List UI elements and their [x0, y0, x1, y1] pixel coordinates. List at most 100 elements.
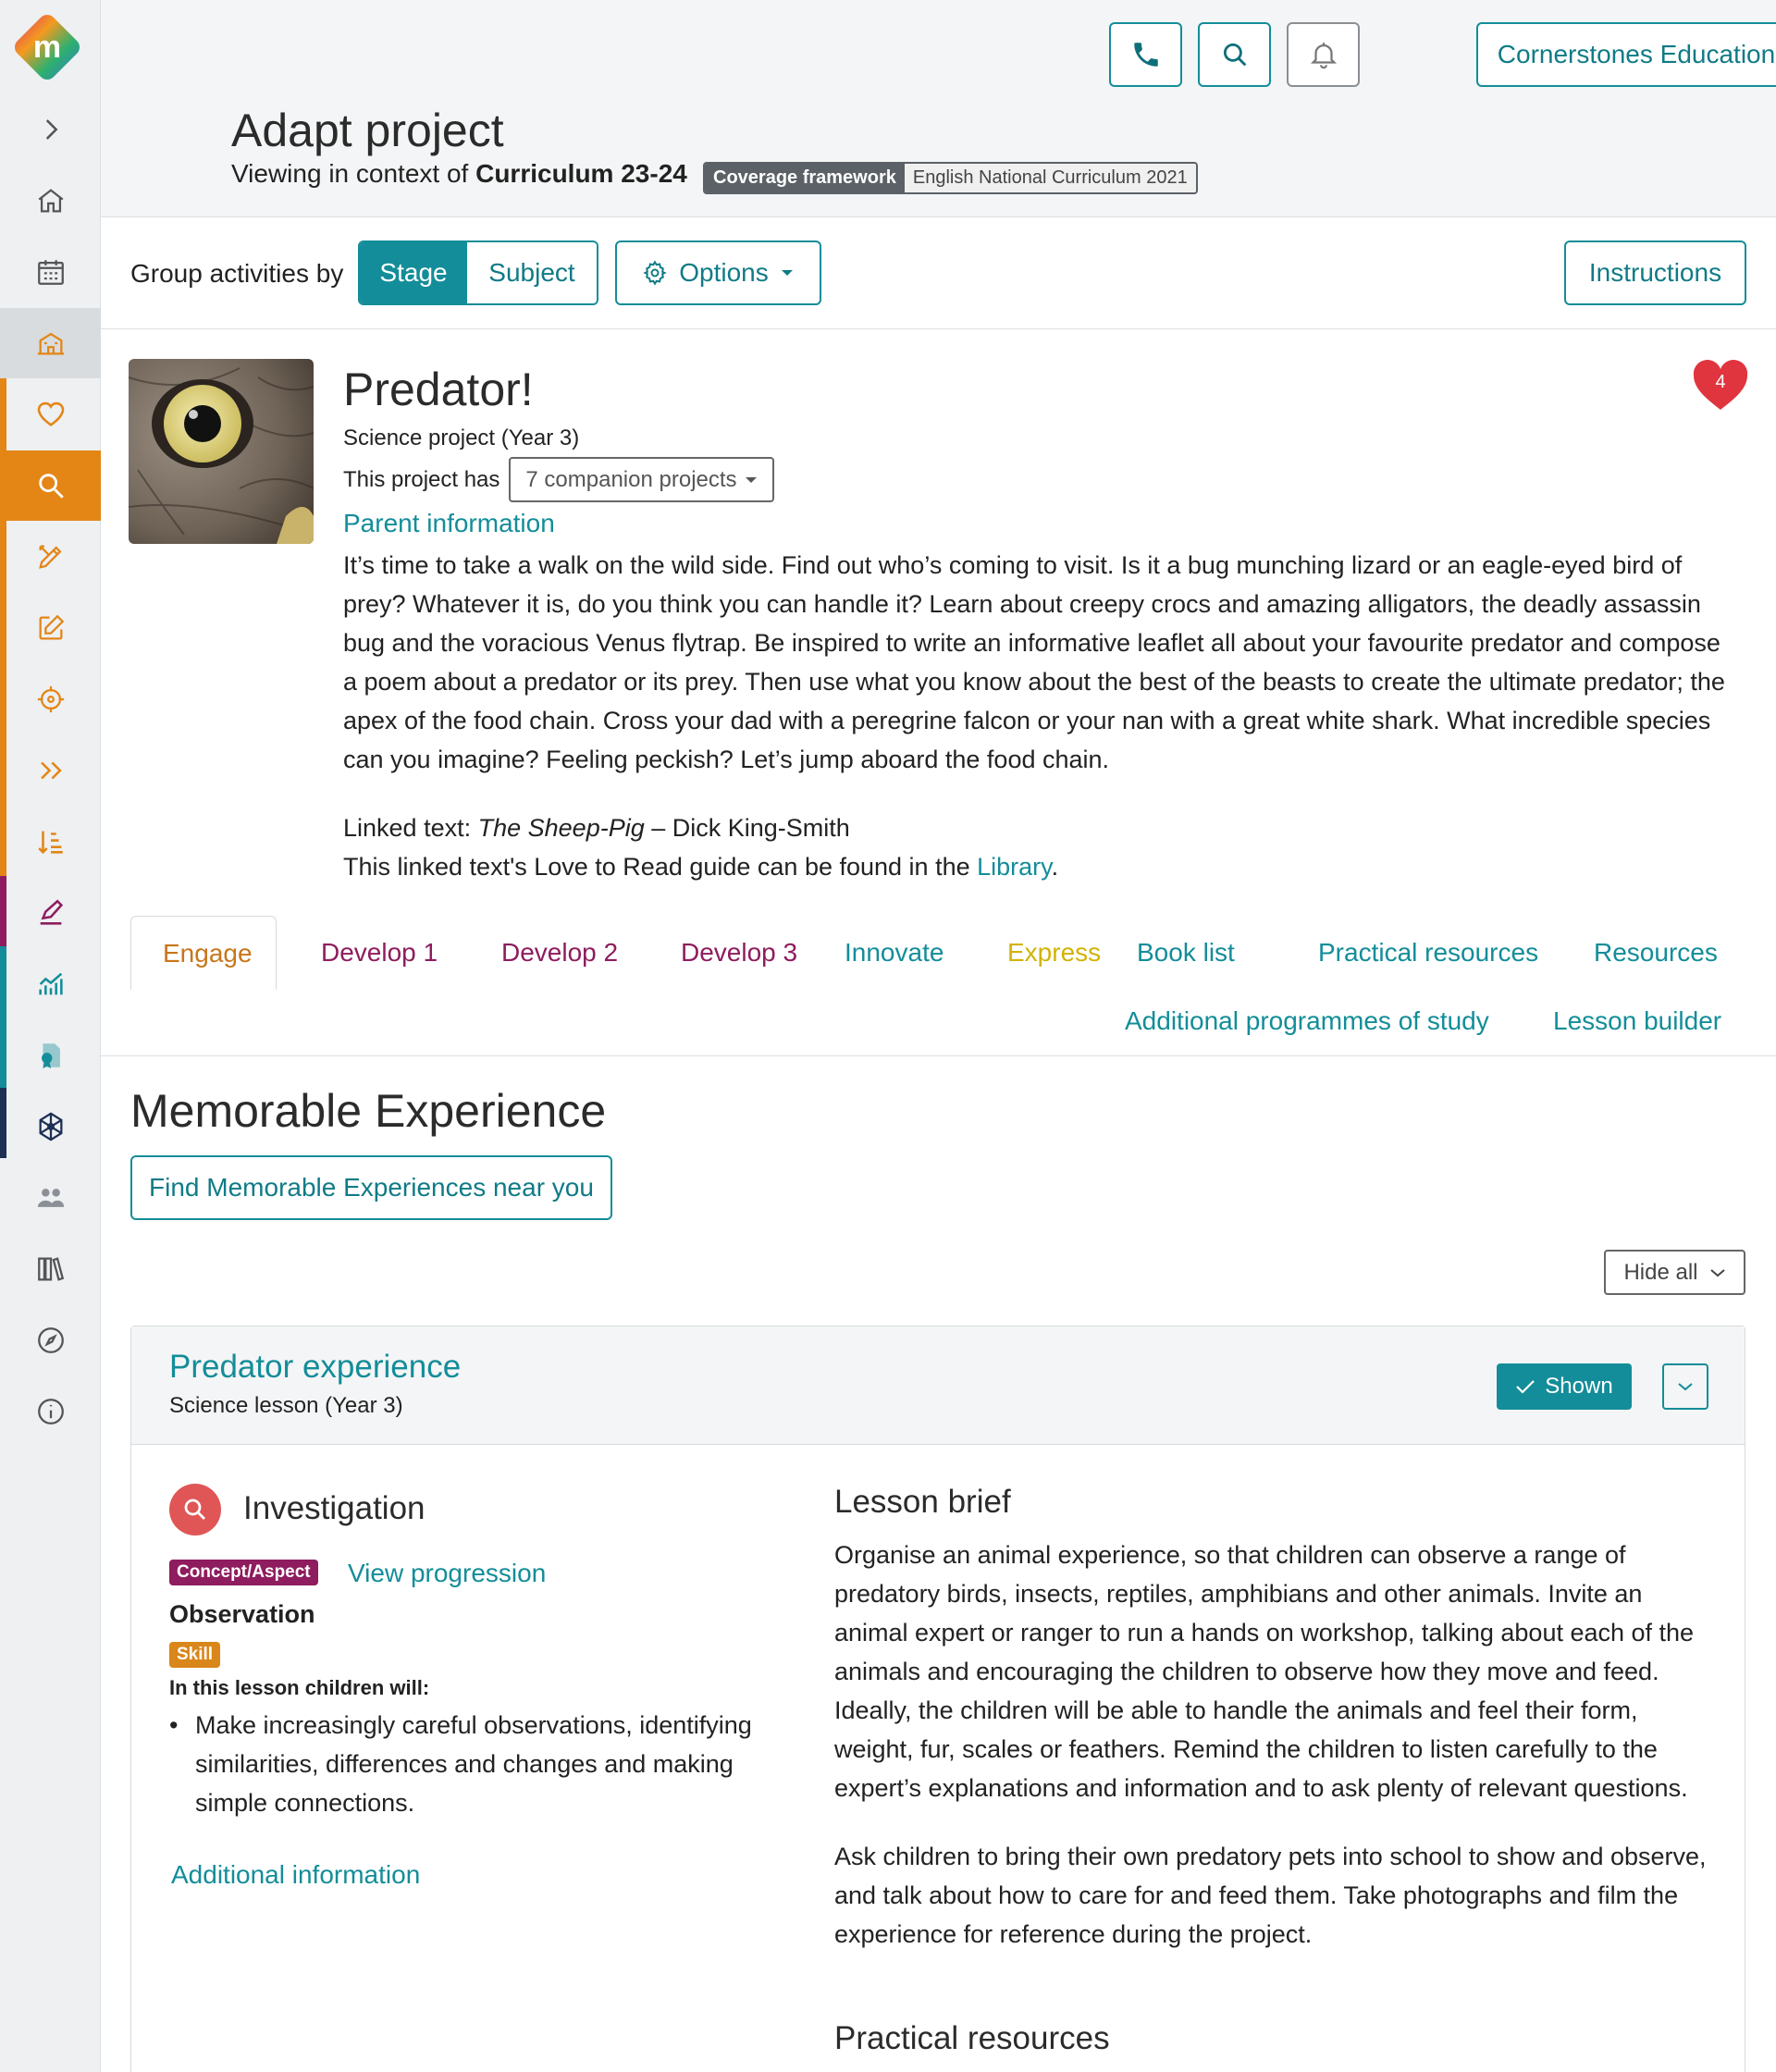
linked-text: Linked text: The Sheep-Pig – Dick King-S… [343, 808, 1058, 847]
header-search-button[interactable] [1198, 22, 1271, 87]
lesson-brief-paragraph: Ask children to bring their own predator… [834, 1843, 1707, 1948]
concept-name: Observation [169, 1600, 315, 1628]
search-icon[interactable] [0, 450, 101, 521]
target-icon[interactable] [0, 664, 101, 734]
find-experiences-button[interactable]: Find Memorable Experiences near you [130, 1155, 612, 1220]
chevron-down-icon [1709, 1268, 1725, 1276]
coverage-key: Coverage framework [705, 164, 905, 192]
project-image [129, 359, 314, 544]
group-toolbar: Group activities by Stage Subject Option… [101, 218, 1776, 329]
app-logo[interactable]: m [13, 13, 81, 81]
notifications-button[interactable] [1287, 22, 1360, 87]
shown-label: Shown [1545, 1374, 1613, 1399]
coverage-value: English National Curriculum 2021 [904, 164, 1196, 192]
chevron-down-icon [1678, 1383, 1693, 1391]
bell-icon [1310, 43, 1337, 69]
expand-icon[interactable] [0, 94, 101, 165]
tab-practical-resources[interactable]: Practical resources [1287, 918, 1570, 988]
app-root: { "header": { "school_name": "Cornerston… [0, 0, 1776, 2072]
school-name[interactable]: Cornerstones Education [1478, 24, 1776, 85]
chart-icon[interactable] [0, 949, 101, 1019]
tab-lesson-builder[interactable]: Lesson builder [1522, 986, 1753, 1056]
concept-badge: Concept/Aspect [169, 1560, 318, 1585]
network-icon[interactable] [0, 1092, 101, 1162]
investigation-icon [169, 1484, 221, 1536]
caret-down-icon [781, 270, 793, 276]
favourite-count: 4 [1715, 372, 1726, 392]
project-description: It’s time to take a walk on the wild sid… [343, 551, 1725, 773]
hide-all-label: Hide all [1623, 1259, 1698, 1285]
search-icon [1223, 43, 1246, 67]
subject-toggle[interactable]: Subject [467, 242, 597, 303]
tab-additional-programmes[interactable]: Additional programmes of study [1093, 986, 1521, 1056]
phone-icon [1133, 43, 1158, 67]
tab-resources[interactable]: Resources [1562, 918, 1749, 988]
library-icon[interactable] [0, 1234, 101, 1304]
compass-icon[interactable] [0, 1305, 101, 1375]
companion-prefix: This project has [343, 466, 500, 492]
view-progression-link[interactable]: View progression [348, 1559, 546, 1588]
svg-text:m: m [33, 30, 61, 65]
list-item: Make increasingly careful observations, … [169, 1706, 761, 1822]
collapse-button[interactable] [1662, 1363, 1708, 1410]
curriculum-context: Viewing in context of Curriculum 23-24 [231, 159, 687, 189]
school-selector[interactable]: Cornerstones Education [1476, 22, 1776, 87]
group-by-label: Group activities by [130, 259, 344, 288]
favourite-button[interactable]: 4 [1692, 360, 1749, 412]
skill-badge: Skill [169, 1642, 221, 1668]
tab-develop-1[interactable]: Develop 1 [290, 918, 469, 988]
info-icon[interactable] [0, 1376, 101, 1447]
certificate-icon[interactable] [0, 1020, 101, 1091]
parent-information-link[interactable]: Parent information [343, 509, 555, 538]
lesson-card: Predator experience Science lesson (Year… [130, 1326, 1745, 2072]
instructions-button[interactable]: Instructions [1564, 240, 1746, 305]
phone-button[interactable] [1109, 22, 1182, 87]
write-icon[interactable] [0, 878, 101, 948]
library-link[interactable]: Library [977, 853, 1052, 881]
tab-develop-2[interactable]: Develop 2 [470, 918, 649, 988]
home-icon[interactable] [0, 166, 101, 236]
tab-develop-3[interactable]: Develop 3 [649, 918, 829, 988]
guide-end: . [1051, 853, 1059, 881]
users-icon[interactable] [0, 1163, 101, 1233]
school-icon[interactable] [0, 308, 101, 378]
lesson-brief: Organise an animal experience, so that c… [834, 1536, 1718, 1983]
pencil-ruler-icon[interactable] [0, 522, 101, 592]
lesson-brief-paragraph: Organise an animal experience, so that c… [834, 1541, 1695, 1802]
companion-row: This project has 7 companion projects [343, 457, 774, 502]
check-icon [1516, 1380, 1536, 1394]
shown-toggle[interactable]: Shown [1497, 1363, 1632, 1410]
hide-all-dropdown[interactable]: Hide all [1604, 1250, 1745, 1295]
companion-projects-dropdown[interactable]: 7 companion projects [509, 457, 774, 502]
heart-icon[interactable] [0, 379, 101, 450]
tab-engage[interactable]: Engage [130, 916, 277, 990]
options-button[interactable]: Options [615, 240, 821, 305]
stage-toggle[interactable]: Stage [360, 242, 467, 303]
edit-icon[interactable] [0, 593, 101, 663]
chevrons-right-icon[interactable] [0, 735, 101, 806]
lesson-category: Investigation [243, 1490, 426, 1526]
stage-tabs: Engage Develop 1 Develop 2 Develop 3 Inn… [101, 914, 1776, 1056]
lesson-title[interactable]: Predator experience [169, 1349, 461, 1386]
calendar-icon[interactable] [0, 237, 101, 307]
tab-book-list[interactable]: Book list [1105, 918, 1266, 988]
page-header: Cornerstones Education Adapt project Vie… [101, 0, 1776, 217]
additional-information-link[interactable]: Additional information [171, 1860, 420, 1890]
sidebar: m [0, 0, 101, 2072]
caret-down-icon [745, 476, 757, 483]
tab-innovate[interactable]: Innovate [813, 918, 975, 988]
lesson-subtitle: Science lesson (Year 3) [169, 1393, 403, 1418]
lesson-card-header: Predator experience Science lesson (Year… [131, 1326, 1745, 1445]
lesson-brief-heading: Lesson brief [834, 1484, 1011, 1520]
page-title: Adapt project [231, 105, 504, 156]
linked-title: The Sheep-Pig [477, 814, 645, 842]
section-title: Memorable Experience [130, 1085, 607, 1137]
practical-resources-heading: Practical resources [834, 2020, 1110, 2056]
guide-prefix: This linked text's Love to Read guide ca… [343, 853, 970, 881]
coverage-framework-badge: Coverage framework English National Curr… [703, 162, 1198, 194]
sort-icon[interactable] [0, 807, 101, 877]
lesson-aims-list: Make increasingly careful observations, … [169, 1706, 761, 1822]
linked-author: – Dick King-Smith [644, 814, 850, 842]
group-by-toggle: Stage Subject [358, 240, 598, 305]
project-title: Predator! [343, 364, 534, 415]
